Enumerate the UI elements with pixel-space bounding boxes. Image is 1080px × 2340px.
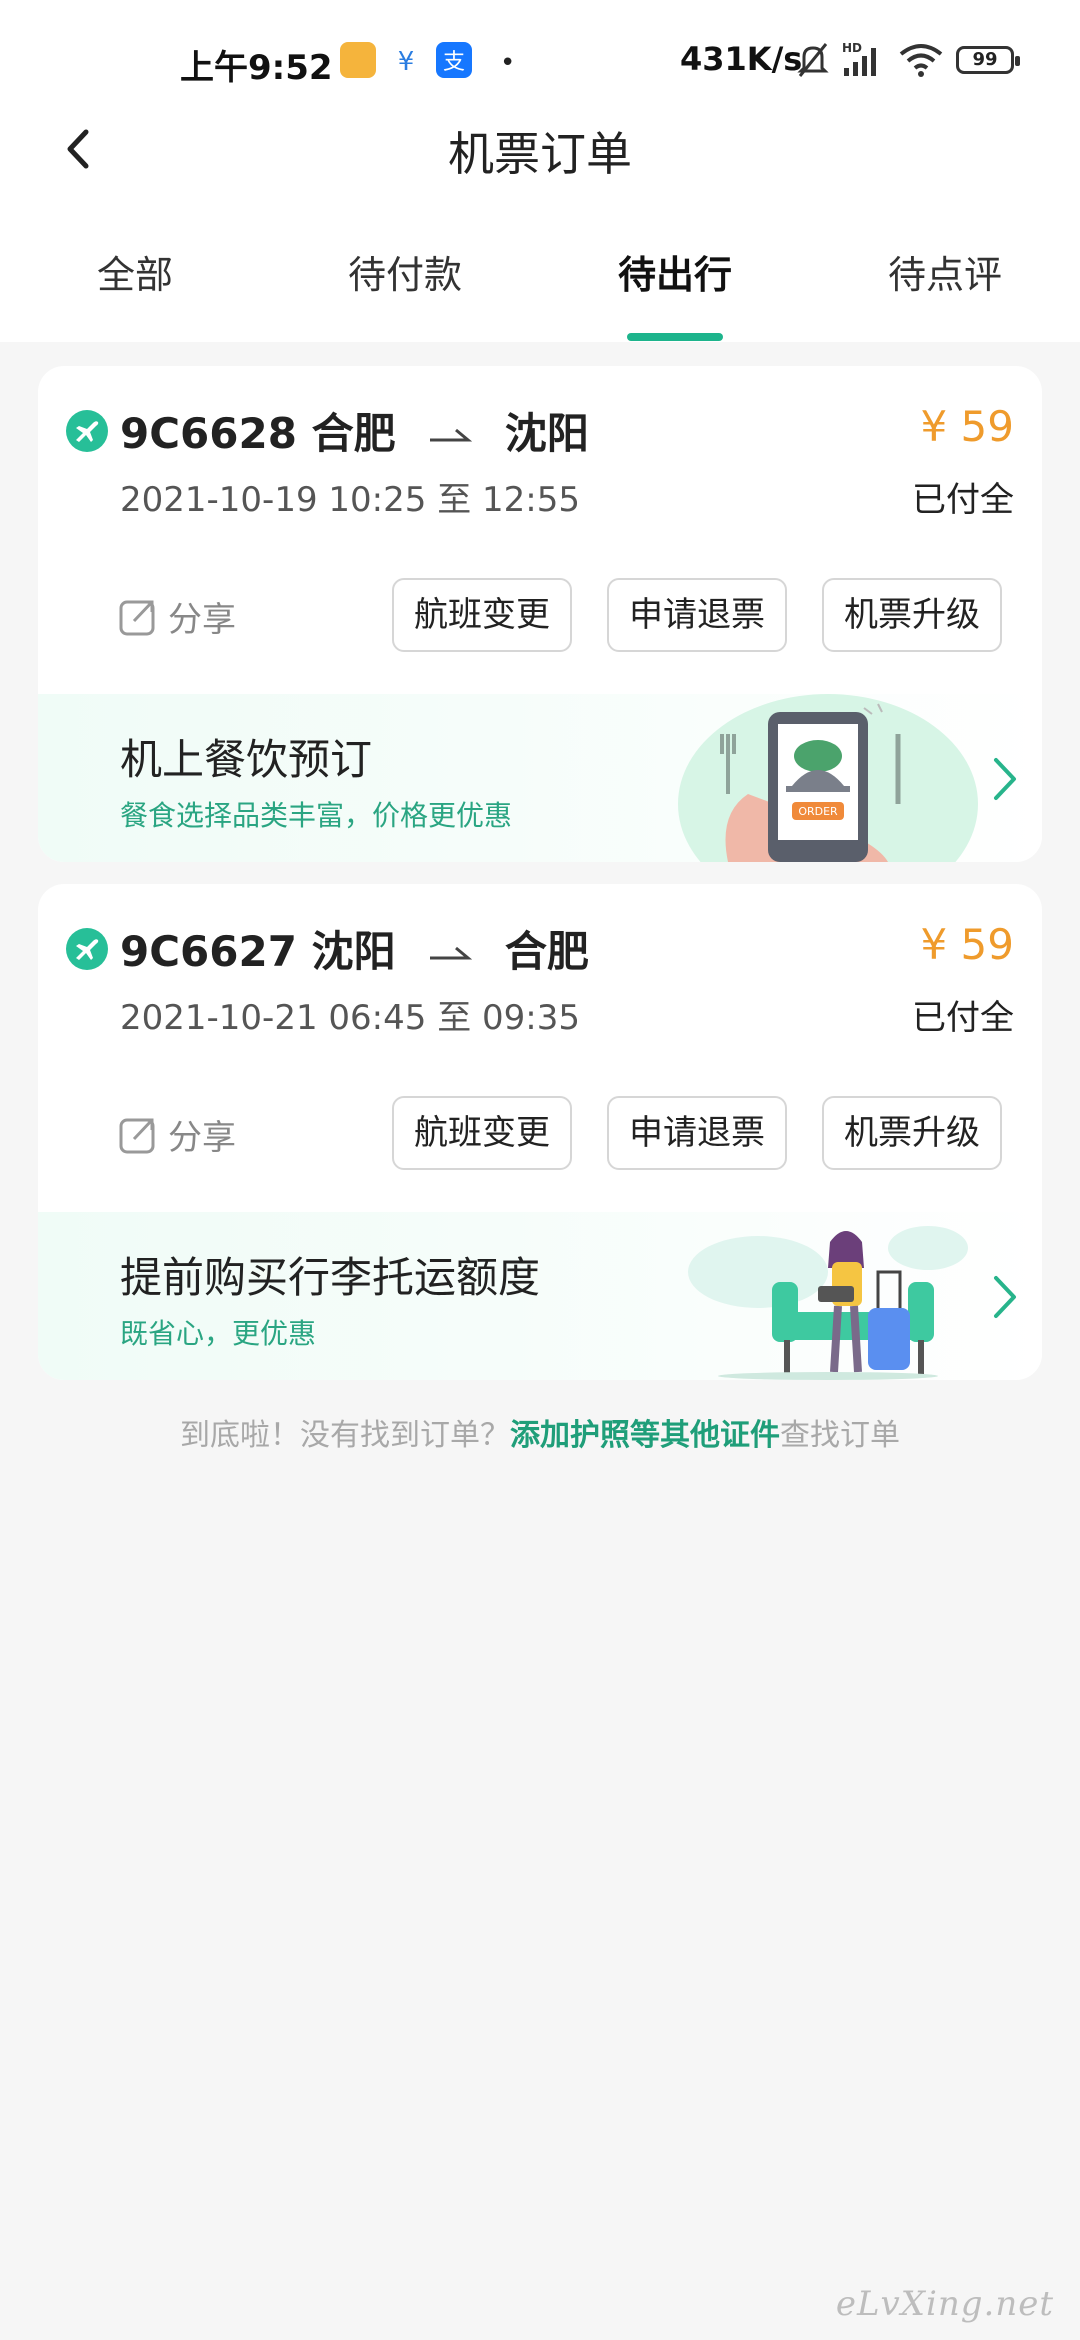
notes-app-icon	[340, 42, 376, 78]
promo-subtitle: 餐食选择品类丰富，价格更优惠	[120, 799, 513, 832]
active-tab-indicator	[627, 333, 723, 341]
flight-number: 9C6628	[120, 409, 297, 458]
refund-button[interactable]: 申请退票	[607, 578, 787, 652]
share-label: 分享	[168, 1118, 236, 1158]
shopping-app-icon: ¥	[388, 42, 424, 78]
order-card[interactable]: 9C6627 沈阳 合肥 2021-10-21 06:45 至 09:35 ¥ …	[38, 884, 1042, 1380]
order-sticker-text: ORDER	[798, 805, 838, 818]
change-flight-button[interactable]: 航班变更	[392, 1096, 572, 1170]
share-button[interactable]: 分享	[118, 592, 236, 641]
footer-prefix: 到底啦！没有找到订单？	[180, 1418, 510, 1453]
origin-city: 沈阳	[311, 927, 396, 976]
share-label: 分享	[168, 600, 236, 640]
alipay-icon: 支	[436, 42, 472, 78]
meal-order-illustration: ORDER	[678, 694, 978, 862]
payment-status: 已付全	[912, 998, 1014, 1038]
flight-time-range: 06:45 至 09:35	[328, 998, 580, 1038]
mute-icon	[797, 43, 829, 77]
baggage-allowance-banner[interactable]: 提前购买行李托运额度 既省心，更优惠	[38, 1212, 1042, 1380]
airplane-icon	[66, 928, 108, 970]
upgrade-ticket-button[interactable]: 机票升级	[822, 578, 1002, 652]
status-time: 上午9:52	[180, 48, 333, 88]
order-price: ¥ 59	[920, 402, 1014, 451]
network-speed: 431K/s	[680, 40, 803, 78]
tab-all[interactable]: 全部	[0, 244, 270, 299]
route-arrow-icon	[430, 946, 473, 960]
promo-title: 机上餐饮预订	[120, 735, 373, 784]
destination-city: 合肥	[504, 927, 589, 976]
flight-datetime: 2021-10-21 06:45 至 09:35	[120, 990, 580, 1039]
chevron-right-icon	[994, 758, 1016, 800]
tab-pending-review[interactable]: 待点评	[810, 244, 1080, 299]
payment-status: 已付全	[912, 480, 1014, 520]
footer-suffix: 查找订单	[780, 1418, 900, 1453]
airplane-icon	[66, 410, 108, 452]
flight-number: 9C6627	[120, 927, 297, 976]
share-icon	[119, 600, 155, 635]
svg-text:¥: ¥	[398, 47, 415, 77]
promo-title: 提前购买行李托运额度	[120, 1253, 541, 1302]
notification-dot-icon: •	[500, 48, 516, 78]
traveler-luggage-illustration	[688, 1226, 968, 1380]
order-card[interactable]: 9C6628 合肥 沈阳 2021-10-19 10:25 至 12:55 ¥ …	[38, 366, 1042, 862]
svg-text:HD: HD	[842, 41, 862, 55]
flight-date: 2021-10-21	[120, 998, 318, 1038]
flight-route: 9C6628 合肥 沈阳	[120, 400, 589, 461]
upgrade-ticket-button[interactable]: 机票升级	[822, 1096, 1002, 1170]
route-arrow-icon	[430, 428, 473, 442]
page-title: 机票订单	[448, 127, 632, 181]
add-passport-link[interactable]: 添加护照等其他证件	[510, 1418, 780, 1453]
flight-date: 2021-10-19	[120, 480, 318, 520]
flight-route: 9C6627 沈阳 合肥	[120, 918, 589, 979]
origin-city: 合肥	[311, 409, 396, 458]
order-tabs: 全部 待付款 待出行 待点评	[0, 244, 1080, 342]
watermark: eLvXing.net	[835, 2284, 1054, 2324]
chevron-right-icon	[994, 1276, 1016, 1318]
battery-icon: 99	[956, 46, 1020, 74]
signal-icon: HD	[842, 41, 876, 76]
share-icon	[119, 1118, 155, 1153]
order-price: ¥ 59	[920, 920, 1014, 969]
tab-upcoming-trips[interactable]: 待出行	[540, 244, 810, 299]
wifi-icon	[899, 44, 943, 77]
promo-subtitle: 既省心，更优惠	[120, 1317, 317, 1350]
end-of-list-message: 到底啦！没有找到订单？添加护照等其他证件查找订单	[0, 1410, 1080, 1454]
change-flight-button[interactable]: 航班变更	[392, 578, 572, 652]
refund-button[interactable]: 申请退票	[607, 1096, 787, 1170]
share-button[interactable]: 分享	[118, 1110, 236, 1159]
meal-booking-banner[interactable]: 机上餐饮预订 餐食选择品类丰富，价格更优惠 ORDER	[38, 694, 1042, 862]
status-bar: 上午9:52 ¥ 支 • 431K/s HD 99	[0, 0, 1080, 124]
tab-pending-payment[interactable]: 待付款	[270, 244, 540, 299]
destination-city: 沈阳	[504, 409, 589, 458]
svg-text:支: 支	[443, 50, 465, 75]
flight-datetime: 2021-10-19 10:25 至 12:55	[120, 472, 580, 521]
flight-time-range: 10:25 至 12:55	[328, 480, 580, 520]
